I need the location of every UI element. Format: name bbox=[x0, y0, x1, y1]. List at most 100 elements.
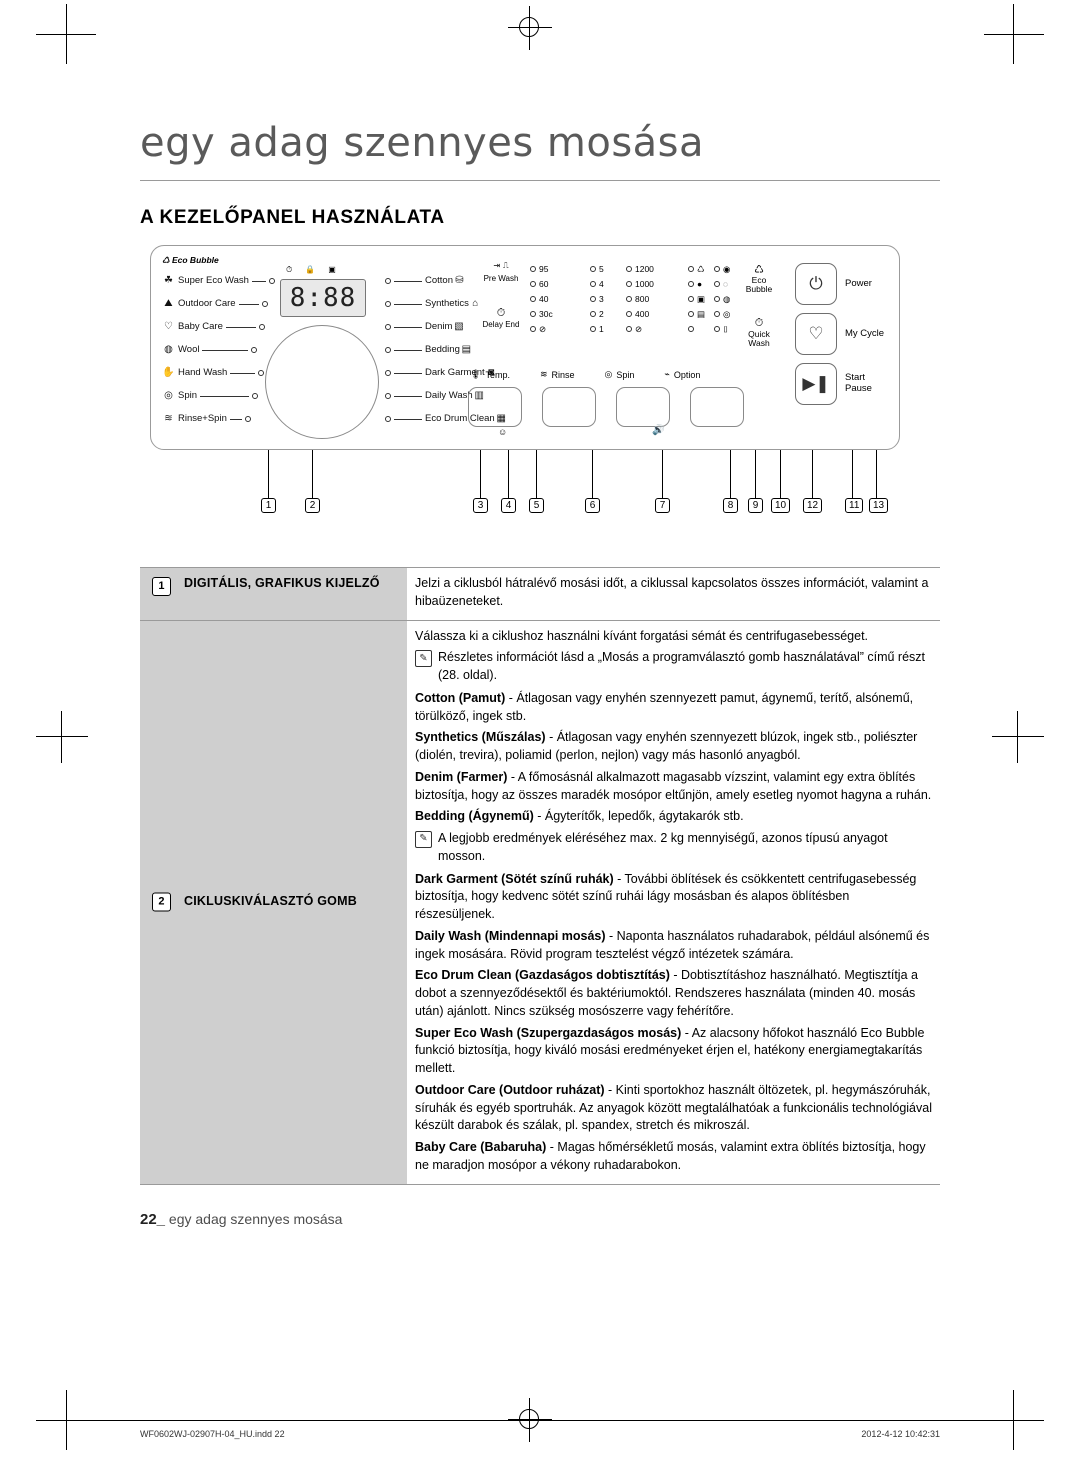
main-buttons-column: ⏻ Power ♡ My Cycle ▶❚ Start Pause bbox=[795, 263, 884, 413]
note-text: Részletes információt lásd a „Mosás a pr… bbox=[438, 650, 926, 682]
extra-indicator: ◉ bbox=[714, 263, 740, 275]
callout-7: 7 bbox=[655, 498, 670, 513]
callout-13: 13 bbox=[869, 498, 889, 513]
power-button[interactable]: ⏻ bbox=[795, 263, 837, 305]
note-block: ✎ Részletes információt lásd a „Mosás a … bbox=[415, 649, 932, 685]
cycle-label: Denim bbox=[425, 320, 453, 332]
cycle-label: Cotton bbox=[425, 274, 453, 286]
paragraph: Eco Drum Clean (Gazdaságos dobtisztítás)… bbox=[415, 968, 918, 1018]
rinse-option: 5 bbox=[590, 263, 626, 275]
super-eco-wash-icon: ☘ bbox=[164, 274, 173, 286]
rinse-spin-icon: ≋ bbox=[164, 412, 173, 424]
source-filename: WF0602WJ-02907H-04_HU.indd 22 bbox=[140, 1429, 285, 1439]
synthetics-icon: ⌂ bbox=[472, 297, 479, 309]
cycle-label: Baby Care bbox=[178, 320, 223, 332]
indicator-dot bbox=[244, 415, 251, 422]
my-cycle-button-group[interactable]: ♡ My Cycle bbox=[795, 313, 884, 355]
crop-mark-left-mid bbox=[36, 736, 88, 737]
option-button-labels: 🌡 Temp. ≋ Rinse ◎ Spin ⌁ Option bbox=[470, 369, 700, 380]
cotton-icon: ⛁ bbox=[455, 274, 464, 286]
indicator-dot bbox=[252, 392, 259, 399]
quick-wash-button[interactable]: ⏱ Quick Wash bbox=[740, 317, 778, 349]
list-item: Synthetics ⌂ bbox=[385, 292, 545, 315]
wool-icon: ◍ bbox=[164, 343, 173, 355]
temp-label: 🌡 Temp. bbox=[470, 369, 510, 380]
leader-line bbox=[268, 450, 269, 498]
table-row: 2 CIKLUSKIVÁLASZTÓ GOMB Válassza ki a ci… bbox=[140, 619, 940, 1185]
leader-line bbox=[662, 450, 663, 498]
power-label: Power bbox=[845, 277, 872, 289]
lock-icon: 🔒 bbox=[305, 265, 316, 274]
callout-9: 9 bbox=[748, 498, 763, 513]
crop-mark-left-top-v bbox=[66, 4, 67, 64]
my-cycle-button[interactable]: ♡ bbox=[795, 313, 837, 355]
callout-6: 6 bbox=[585, 498, 600, 513]
leader-line bbox=[755, 450, 756, 498]
list-item: Bedding ▤ bbox=[385, 338, 545, 361]
extra-indicator: ♺ bbox=[688, 263, 714, 275]
note-icon: ✎ bbox=[415, 831, 432, 848]
indicator-dot bbox=[268, 277, 275, 284]
dot-icon: ● bbox=[697, 279, 703, 289]
cycle-selector-dial[interactable] bbox=[265, 325, 379, 439]
cycle-label: Super Eco Wash bbox=[178, 274, 249, 286]
eco-bubble-button[interactable]: ♺ Eco Bubble bbox=[740, 263, 778, 295]
crop-mark-left-mid-v bbox=[61, 711, 62, 763]
list-item: ✋ Hand Wash bbox=[162, 361, 277, 384]
bubble-icon: ◍ bbox=[723, 293, 731, 304]
callout-12: 12 bbox=[803, 498, 823, 513]
bubble-icon: ◌ bbox=[723, 279, 729, 289]
indicator-dot bbox=[251, 346, 258, 353]
leader-line bbox=[592, 450, 593, 498]
paragraph: Cotton (Pamut) - Átlagosan vagy enyhén s… bbox=[415, 690, 914, 723]
start-pause-label: Start Pause bbox=[845, 372, 872, 394]
rinse-label: ≋ Rinse bbox=[539, 369, 575, 380]
print-timestamp: 2012-4-12 10:42:31 bbox=[861, 1429, 940, 1439]
leader-line bbox=[780, 450, 781, 498]
rinse-icon: ≋ bbox=[539, 369, 548, 379]
rinse-button[interactable] bbox=[542, 387, 596, 427]
paragraph: Daily Wash (Mindennapi mosás) - Naponta … bbox=[415, 928, 930, 961]
control-descriptions-table: 1 DIGITÁLIS, GRAFIKUS KIJELZŐ Jelzi a ci… bbox=[140, 567, 940, 1185]
digital-display: 8:88 bbox=[280, 279, 366, 317]
callout-2: 2 bbox=[305, 498, 320, 513]
start-pause-button-group[interactable]: ▶❚ Start Pause bbox=[795, 363, 884, 405]
spin-icon: ◎ bbox=[604, 369, 613, 379]
eco-bubble-logo: ♺ Eco Bubble bbox=[162, 255, 219, 265]
spin-option: 800 bbox=[626, 293, 688, 305]
list-item: Cotton ⛁ bbox=[385, 269, 545, 292]
row-badge: 1 bbox=[152, 577, 171, 596]
sound-icon: 🔊 bbox=[652, 425, 665, 436]
cycle-label: Spin bbox=[178, 389, 198, 401]
paragraph: Super Eco Wash (Szupergazdaságos mosás) … bbox=[415, 1025, 925, 1076]
row-body-digital-display: Jelzi a ciklusból hátralévő mosási időt,… bbox=[407, 567, 940, 621]
hand-wash-icon: ✋ bbox=[162, 366, 175, 378]
callout-5: 5 bbox=[529, 498, 544, 513]
row-label-digital-display: 1 DIGITÁLIS, GRAFIKUS KIJELZŐ bbox=[140, 567, 407, 621]
rinse-option: 2 bbox=[590, 308, 626, 320]
basket-icon: ⌷ bbox=[723, 323, 729, 334]
drum-icon: ▣ bbox=[697, 293, 706, 304]
list-item: ◎ Spin bbox=[162, 384, 277, 407]
spin-button[interactable] bbox=[616, 387, 670, 427]
cycle-label: Wool bbox=[178, 343, 200, 355]
extra-indicator: ▤ bbox=[688, 308, 714, 320]
table-row: 1 DIGITÁLIS, GRAFIKUS KIJELZŐ Jelzi a ci… bbox=[140, 567, 940, 621]
footer-rule bbox=[36, 1420, 1044, 1421]
eco-bubble-label: Eco Bubble bbox=[745, 275, 773, 295]
leader-line bbox=[730, 450, 731, 498]
play-pause-icon: ▶❚ bbox=[802, 374, 830, 393]
section-heading: A KEZELŐPANEL HASZNÁLATA bbox=[140, 207, 445, 228]
bubble-icon: ◉ bbox=[723, 263, 731, 274]
indicator-dot bbox=[261, 300, 268, 307]
power-button-group[interactable]: ⏻ Power bbox=[795, 263, 884, 305]
start-pause-button[interactable]: ▶❚ bbox=[795, 363, 837, 405]
temp-button[interactable] bbox=[468, 387, 522, 427]
spin-option: ⊘ bbox=[626, 323, 688, 335]
paragraph: Jelzi a ciklusból hátralévő mosási időt,… bbox=[415, 576, 929, 608]
heart-icon: ♡ bbox=[808, 324, 824, 343]
extra-indicator: ◎ bbox=[714, 308, 740, 320]
option-button[interactable] bbox=[690, 387, 744, 427]
crop-mark-right-mid bbox=[992, 736, 1044, 737]
paragraph: Válassza ki a ciklushoz használni kívánt… bbox=[415, 628, 869, 643]
